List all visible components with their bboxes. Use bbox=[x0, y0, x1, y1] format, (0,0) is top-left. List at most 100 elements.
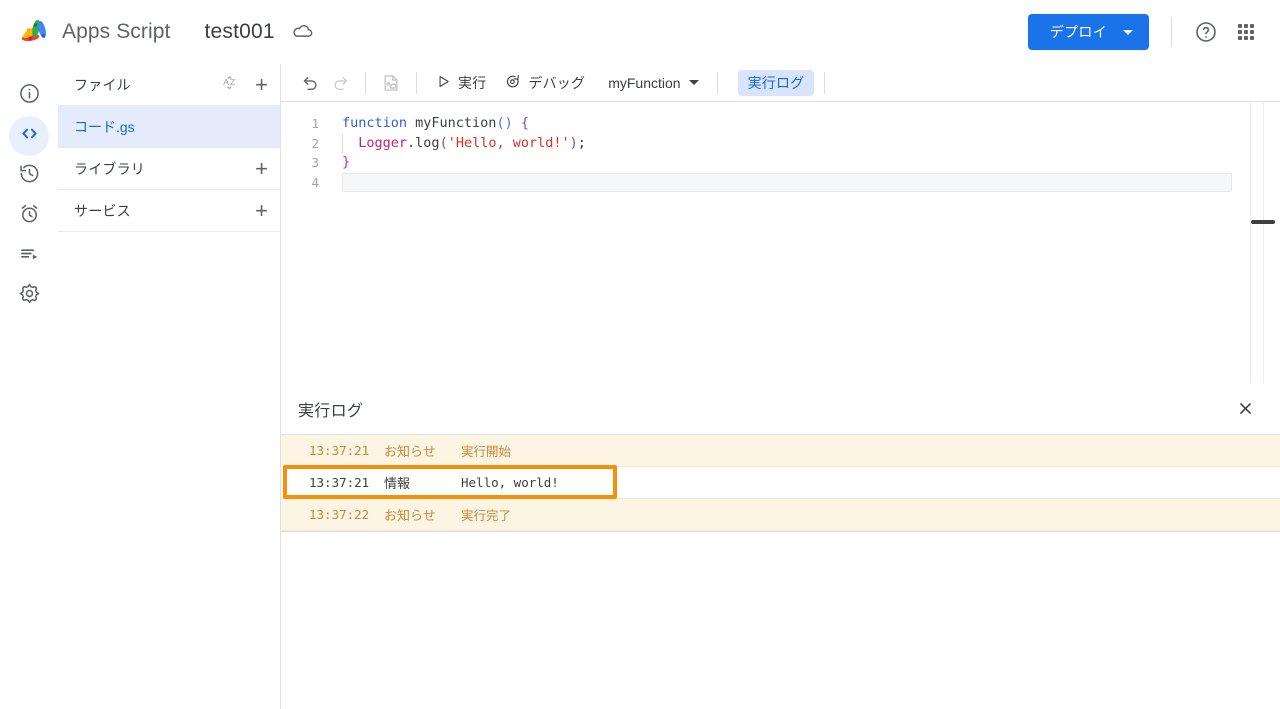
chevron-down-icon bbox=[688, 80, 699, 85]
code-line: 2 Logger.log('Hello, world!'); bbox=[281, 133, 1280, 154]
code-lines: 1 function myFunction() {2 Logger.log('He… bbox=[281, 102, 1280, 193]
toolbar-divider-4 bbox=[824, 71, 826, 94]
code-token: () bbox=[496, 115, 513, 131]
add-library-button[interactable]: + bbox=[255, 157, 268, 180]
line-number: 3 bbox=[311, 155, 319, 171]
debug-bug-icon bbox=[504, 73, 521, 93]
project-title[interactable]: test001 bbox=[204, 20, 274, 44]
execution-log-list: 13:37:21 お知らせ 実行開始 13:37:21 情報 Hello, world! 1… bbox=[281, 435, 1280, 532]
active-line-highlight bbox=[342, 173, 1232, 193]
info-circle-icon bbox=[18, 82, 41, 110]
log-row[interactable]: 13:37:21 お知らせ 実行開始 bbox=[281, 435, 1280, 467]
code-text: Logger.log('Hello, world!'); bbox=[342, 133, 586, 154]
section-label-libraries: ライブラリ bbox=[74, 160, 145, 177]
file-panel: ファイル A Z + コード.gs ライブラリ + サービス + bbox=[58, 64, 281, 709]
apps-grid-icon[interactable] bbox=[1226, 12, 1266, 52]
rail-item-triggers[interactable] bbox=[9, 196, 49, 236]
log-message: 実行開始 bbox=[461, 444, 512, 459]
deploy-button[interactable]: デプロイ bbox=[1027, 14, 1149, 50]
toolbar-divider-1 bbox=[365, 71, 366, 94]
toolbar-divider-2 bbox=[416, 71, 417, 94]
editor-scrollbar-thumb[interactable] bbox=[1251, 220, 1275, 224]
executions-list-icon bbox=[18, 242, 41, 270]
line-number: 4 bbox=[311, 174, 319, 190]
file-name: コード.gs bbox=[74, 118, 135, 135]
debug-label: デバッグ bbox=[528, 74, 586, 91]
function-selector-value: myFunction bbox=[608, 74, 681, 91]
brand-area[interactable]: Apps Script bbox=[14, 0, 170, 64]
code-text: function myFunction() { bbox=[342, 114, 529, 134]
chevron-down-icon bbox=[1123, 29, 1133, 35]
execution-log-header: 実行ログ bbox=[281, 383, 1280, 435]
save-project-icon[interactable] bbox=[376, 68, 406, 98]
code-token: ( bbox=[439, 134, 448, 151]
code-token: function bbox=[342, 115, 416, 131]
log-timestamp: 13:37:21 bbox=[309, 443, 370, 458]
undo-arrow-icon[interactable] bbox=[295, 68, 325, 98]
indent-guide bbox=[342, 133, 343, 154]
log-level: お知らせ bbox=[384, 508, 436, 523]
rail-item-executions[interactable] bbox=[9, 236, 49, 276]
log-timestamp: 13:37:21 bbox=[309, 475, 370, 490]
rail-item-overview[interactable] bbox=[9, 76, 49, 116]
rail-item-editor[interactable] bbox=[9, 116, 49, 156]
execution-log-tab-label: 実行ログ bbox=[747, 74, 805, 91]
top-bar: Apps Script test001 デプロイ bbox=[0, 0, 1280, 64]
rail-item-settings[interactable] bbox=[9, 276, 49, 316]
file-item-code-gs[interactable]: コード.gs bbox=[58, 106, 280, 148]
section-header-libraries[interactable]: ライブラリ + bbox=[58, 148, 280, 190]
line-number: 2 bbox=[311, 135, 319, 151]
code-line: 3} bbox=[281, 153, 1280, 173]
function-selector[interactable]: myFunction bbox=[600, 69, 706, 97]
left-nav-rail bbox=[0, 64, 58, 709]
section-header-files[interactable]: ファイル A Z + bbox=[58, 64, 280, 106]
line-number: 1 bbox=[311, 116, 319, 131]
history-clock-icon bbox=[18, 162, 41, 190]
code-line: 1 function myFunction() { bbox=[281, 114, 1280, 134]
log-timestamp: 13:37:22 bbox=[309, 507, 370, 522]
code-brackets-icon bbox=[18, 122, 41, 150]
cloud-icon[interactable] bbox=[291, 20, 315, 44]
code-token: } bbox=[342, 154, 351, 171]
log-row[interactable]: 13:37:22 お知らせ 実行完了 bbox=[281, 499, 1280, 531]
code-text: } bbox=[342, 153, 350, 173]
log-message: 実行完了 bbox=[461, 508, 512, 523]
section-label-services: サービス bbox=[74, 202, 131, 219]
section-label-files: ファイル bbox=[74, 76, 131, 93]
gear-icon bbox=[18, 282, 41, 310]
code-editor[interactable]: 1 function myFunction() {2 Logger.log('He… bbox=[281, 102, 1280, 413]
close-x-icon[interactable] bbox=[1232, 396, 1258, 422]
help-circle-icon[interactable] bbox=[1186, 12, 1226, 52]
code-token: ) bbox=[569, 134, 578, 151]
execution-log-panel: 実行ログ 13:37:21 お知らせ 実行開始 13:37:21 情報 Hello, wo… bbox=[281, 383, 1280, 709]
log-message: Hello, world! bbox=[461, 475, 559, 490]
debug-button[interactable]: デバッグ bbox=[495, 69, 594, 97]
log-level: お知らせ bbox=[384, 444, 436, 459]
apps-script-logo bbox=[18, 15, 52, 49]
alarm-clock-icon bbox=[18, 202, 41, 230]
log-level: 情報 bbox=[384, 476, 411, 491]
code-token: myFunction bbox=[415, 115, 497, 131]
log-row[interactable]: 13:37:21 情報 Hello, world! bbox=[281, 467, 1280, 499]
code-token: { bbox=[520, 115, 529, 131]
play-triangle-icon bbox=[436, 74, 451, 92]
code-token: 'Hello, world!' bbox=[447, 134, 570, 151]
toolbar-divider bbox=[1171, 17, 1172, 47]
add-service-button[interactable]: + bbox=[255, 199, 268, 222]
toolbar-divider-3 bbox=[716, 71, 718, 94]
rail-item-versions[interactable] bbox=[9, 156, 49, 196]
execution-log-tab[interactable]: 実行ログ bbox=[737, 69, 815, 96]
code-token: ; bbox=[577, 134, 586, 151]
redo-arrow-icon[interactable] bbox=[325, 68, 355, 98]
execution-log-title: 実行ログ bbox=[298, 402, 364, 420]
sort-alpha-icon[interactable]: A Z bbox=[222, 74, 241, 96]
section-header-services[interactable]: サービス + bbox=[58, 190, 280, 232]
add-file-button[interactable]: + bbox=[255, 73, 268, 96]
apps-script-window: Apps Script test001 デプロイ ファイル A Z + コード.… bbox=[0, 0, 1280, 709]
code-token: .log bbox=[407, 134, 440, 151]
run-button[interactable]: 実行 bbox=[427, 69, 495, 97]
code-line: 4 bbox=[281, 173, 1280, 193]
editor-toolbar: 実行 デバッグ myFunction 実行ログ bbox=[281, 64, 1280, 102]
